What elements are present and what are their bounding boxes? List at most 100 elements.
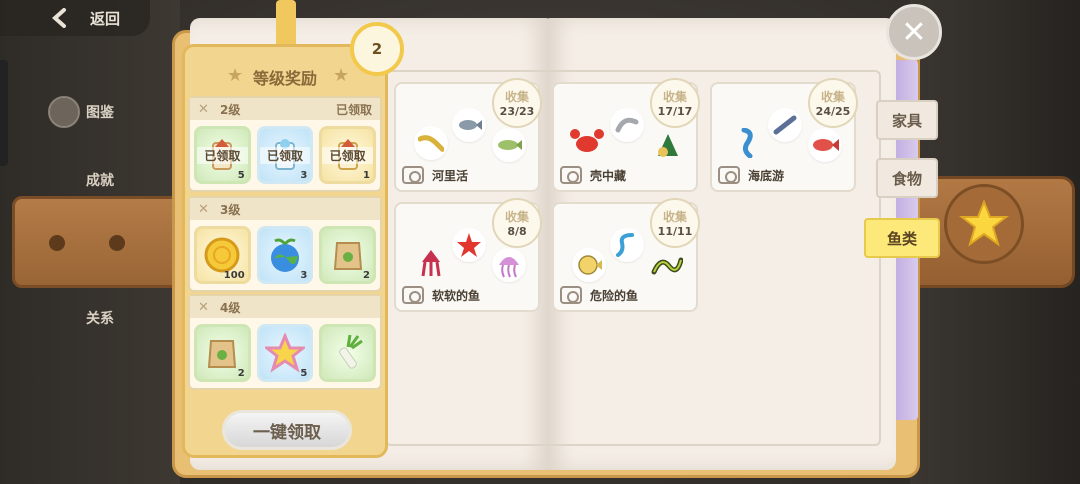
collection-name: 河里活 <box>432 168 469 183</box>
tier-header: ✕ 3级 <box>190 198 380 220</box>
moray-icon <box>650 248 684 282</box>
collect-badge: 收集 11/11 <box>650 198 700 248</box>
collection-card[interactable]: 收集 11/11 危险的鱼 <box>552 198 700 312</box>
item-count: 2 <box>363 270 371 281</box>
item-count: 2 <box>237 368 245 379</box>
item-count: 3 <box>300 270 308 281</box>
seed-bag-icon <box>333 242 362 270</box>
reward-item[interactable]: 3 <box>256 226 314 284</box>
menu-item-label: 成就 <box>86 173 114 189</box>
book-strap-left <box>12 196 192 288</box>
camera-icon <box>402 166 424 184</box>
collect-count: 24/25 <box>815 105 851 118</box>
menu-item-achievements[interactable]: 成就 <box>86 170 114 190</box>
collection-name: 软软的鱼 <box>432 288 481 303</box>
leek-icon <box>338 334 363 369</box>
card-footer: 软软的鱼 <box>402 286 480 304</box>
collect-count: 8/8 <box>507 225 527 238</box>
card-footer: 危险的鱼 <box>560 286 638 304</box>
tab-food[interactable]: 食物 <box>876 158 938 198</box>
claimed-label: 已领取 <box>322 147 374 164</box>
menu-item-atlas[interactable]: 图鉴 <box>48 96 114 128</box>
claim-all-button[interactable]: 一键领取 <box>222 410 352 450</box>
tier-level-label: 4级 <box>220 300 241 315</box>
item-count: 5 <box>237 170 245 181</box>
side-drawer-handle[interactable] <box>0 60 8 166</box>
eel-icon <box>414 126 448 160</box>
pufferfish-icon <box>572 248 606 282</box>
shrimp-icon <box>610 108 644 142</box>
star-icon <box>959 199 1009 247</box>
collect-label: 收集 <box>504 90 529 104</box>
card-footer: 海底游 <box>718 166 784 184</box>
level-badge: 2 <box>350 22 404 76</box>
collection-card[interactable]: 收集 24/25 海底游 <box>710 78 858 192</box>
tier-header: ✕ 2级 已领取 <box>190 98 380 120</box>
collection-card[interactable]: 收集 8/8 软软的鱼 <box>394 198 542 312</box>
collect-label: 收集 <box>820 90 845 104</box>
reward-tier-4: ✕ 4级 2 5 <box>188 294 382 390</box>
star-icon: ★ <box>333 65 350 86</box>
collect-badge: 收集 23/23 <box>492 78 542 128</box>
camera-icon <box>560 286 582 304</box>
item-count: 5 <box>300 368 308 379</box>
back-label: 返回 <box>90 9 121 28</box>
collect-label: 收集 <box>662 90 687 104</box>
reward-item[interactable]: 已领取 1 <box>319 126 377 184</box>
reward-item[interactable]: 2 <box>194 324 251 382</box>
reward-item[interactable]: 已领取 3 <box>256 126 314 184</box>
collect-badge: 收集 24/25 <box>808 78 858 128</box>
trout-icon <box>492 128 526 162</box>
snake-icon <box>610 228 644 262</box>
ribbon-icon: ✕ <box>198 101 209 117</box>
camera-icon <box>718 166 740 184</box>
collection-card[interactable]: 收集 23/23 河里活 <box>394 78 542 192</box>
seed-bag-icon <box>208 340 237 368</box>
collect-label: 收集 <box>504 210 529 224</box>
card-footer: 壳中藏 <box>560 166 626 184</box>
item-count: 3 <box>300 170 308 181</box>
red-fish-icon <box>808 128 842 162</box>
close-icon: ✕ <box>901 14 927 50</box>
menu-item-label: 图鉴 <box>86 105 114 121</box>
tier-header: ✕ 4级 <box>190 296 380 318</box>
seahorse-icon <box>730 126 764 160</box>
tier-level-label: 3级 <box>220 202 241 217</box>
reward-item[interactable]: 5 <box>256 324 314 382</box>
reward-item[interactable]: 2 <box>319 226 377 284</box>
item-count: 100 <box>223 270 245 281</box>
collection-name: 海底游 <box>748 168 785 183</box>
close-button[interactable]: ✕ <box>886 4 942 60</box>
menu-item-relations[interactable]: 关系 <box>86 308 114 328</box>
gold-coin-icon <box>204 237 240 273</box>
ribbon-icon: ✕ <box>198 201 209 217</box>
collect-badge: 收集 17/17 <box>650 78 700 128</box>
collect-badge: 收集 8/8 <box>492 198 542 248</box>
strap-rivet <box>49 235 65 251</box>
atlas-icon <box>48 96 80 128</box>
tab-fish[interactable]: 鱼类 <box>864 218 940 258</box>
panel-hanger <box>276 0 296 48</box>
tier-level-label: 2级 <box>220 102 241 117</box>
claimed-label: 已领取 <box>197 147 248 164</box>
tab-furniture[interactable]: 家具 <box>876 100 938 140</box>
star-clasp <box>944 184 1024 264</box>
jellyfish-icon <box>492 248 526 282</box>
reward-item[interactable]: 100 <box>194 226 251 284</box>
back-button[interactable]: 返回 <box>0 0 150 36</box>
crab-icon <box>570 124 604 158</box>
collect-count: 11/11 <box>657 225 693 238</box>
ribbon-icon: ✕ <box>198 299 209 315</box>
collection-card[interactable]: 收集 17/17 壳中藏 <box>552 78 700 192</box>
sardine-icon <box>768 108 802 142</box>
collect-count: 23/23 <box>499 105 535 118</box>
reward-tier-2: ✕ 2级 已领取 已领取 5 已领取 3 已领取 1 <box>188 96 382 192</box>
claimed-label: 已领取 <box>259 147 311 164</box>
reward-item[interactable] <box>319 324 377 382</box>
tier-status: 已领取 <box>335 102 372 117</box>
starfish-icon <box>452 228 486 262</box>
reward-item[interactable]: 已领取 5 <box>194 126 251 184</box>
snail-icon <box>650 128 684 162</box>
fish-icon <box>452 108 486 142</box>
strap-rivet <box>109 235 125 251</box>
